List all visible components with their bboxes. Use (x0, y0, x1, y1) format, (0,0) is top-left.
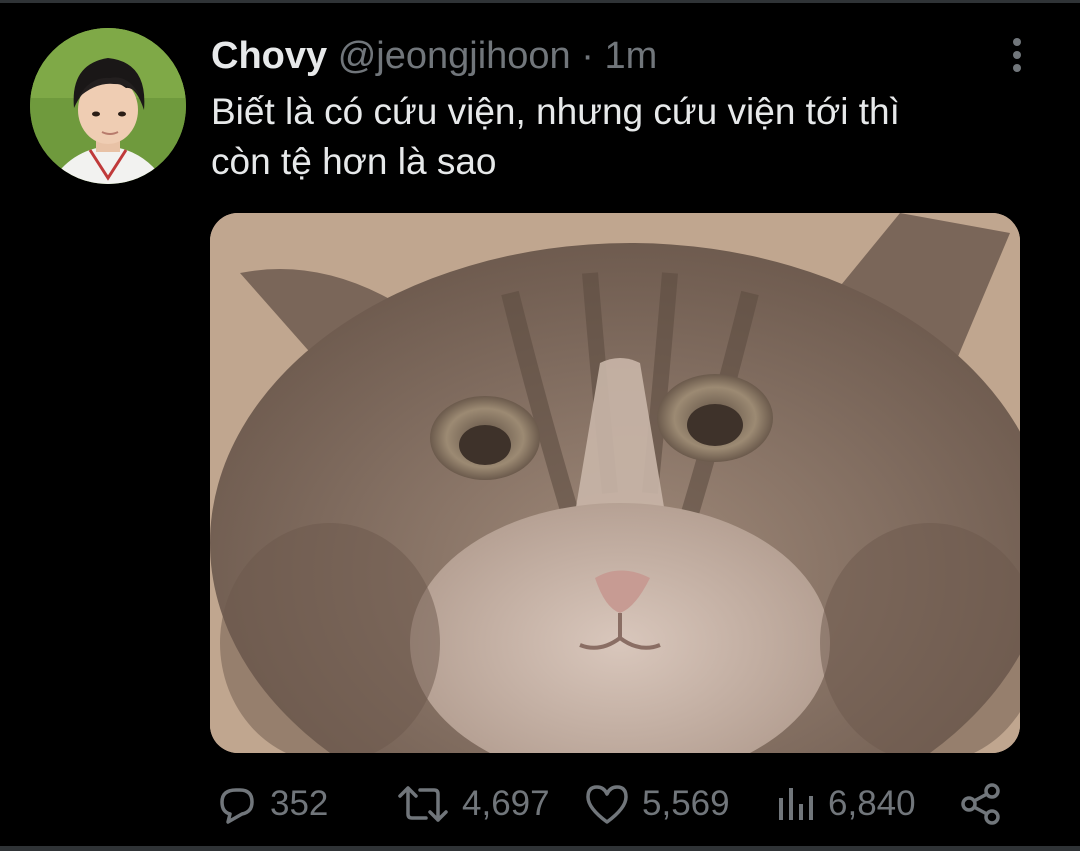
tweet-media-image[interactable] (210, 213, 1020, 753)
display-name[interactable]: Chovy (211, 35, 327, 77)
views-button[interactable]: 6,840 (776, 776, 916, 832)
retweet-button[interactable]: 4,697 (396, 776, 550, 832)
more-options-button[interactable] (1003, 36, 1031, 76)
like-count: 5,569 (642, 784, 730, 823)
cat-photo (210, 213, 1020, 753)
views-count: 6,840 (828, 784, 916, 823)
user-handle[interactable]: @jeongjihoon (338, 35, 571, 77)
retweet-arrows-icon (398, 786, 448, 822)
separator-dot: · (581, 35, 594, 77)
reply-count: 352 (270, 784, 329, 823)
tweet-actions-bar: 352 4,697 5,569 6,840 (0, 776, 1080, 832)
like-button[interactable]: 5,569 (584, 776, 730, 832)
bottom-divider (0, 846, 1080, 851)
share-icon (961, 783, 1000, 825)
avatar[interactable] (30, 28, 186, 184)
speech-bubble-icon (220, 788, 254, 824)
bar-chart-icon (779, 788, 813, 820)
tweet-text-line-1: Biết là có cứu viện, nhưng cứu viện tới … (211, 91, 900, 132)
top-divider (0, 0, 1080, 3)
avatar-image (30, 28, 186, 184)
reply-button[interactable]: 352 (214, 776, 328, 832)
tweet-text: Biết là có cứu viện, nhưng cứu viện tới … (211, 87, 1011, 187)
tweet-text-line-2: còn tệ hơn là sao (211, 141, 497, 182)
tweet-timestamp[interactable]: 1m (604, 35, 657, 77)
share-button[interactable] (958, 776, 1016, 832)
more-vertical-icon (1013, 38, 1021, 72)
retweet-count: 4,697 (462, 784, 550, 823)
tweet-header: Chovy @jeongjihoon · 1m (211, 34, 657, 78)
heart-icon (586, 785, 628, 824)
